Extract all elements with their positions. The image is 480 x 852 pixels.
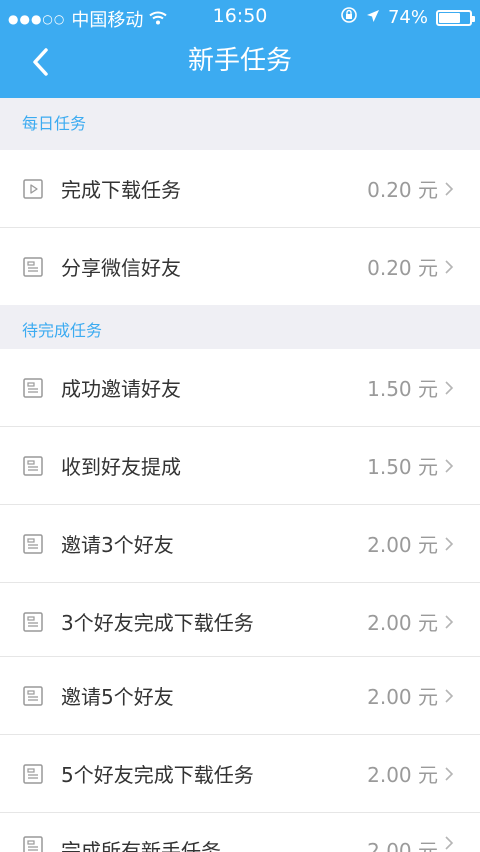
chevron-right-icon bbox=[444, 181, 460, 197]
document-icon bbox=[22, 611, 44, 633]
document-icon bbox=[22, 835, 44, 852]
document-icon bbox=[22, 533, 44, 555]
task-label: 5个好友完成下载任务 bbox=[61, 763, 254, 787]
document-icon bbox=[22, 377, 44, 399]
task-row-share-wechat[interactable]: 分享微信好友 0.20 元 bbox=[0, 228, 480, 305]
task-label: 分享微信好友 bbox=[61, 256, 181, 280]
chevron-right-icon bbox=[444, 536, 460, 552]
task-label: 收到好友提成 bbox=[61, 455, 181, 479]
task-reward: 2.00 元 bbox=[367, 839, 438, 852]
task-row-download[interactable]: 完成下载任务 0.20 元 bbox=[0, 150, 480, 227]
document-icon bbox=[22, 763, 44, 785]
battery-icon bbox=[436, 9, 475, 26]
task-reward: 1.50 元 bbox=[367, 455, 438, 479]
task-row-invite-5[interactable]: 邀请5个好友 2.00 元 bbox=[0, 657, 480, 734]
top-bar: ●●●○○ 中国移动 16:50 74% 新手任务 bbox=[0, 0, 480, 98]
chevron-right-icon bbox=[444, 614, 460, 630]
task-row-invite-3[interactable]: 邀请3个好友 2.00 元 bbox=[0, 505, 480, 582]
task-row-friend-commission[interactable]: 收到好友提成 1.50 元 bbox=[0, 427, 480, 504]
battery-fill bbox=[439, 12, 461, 23]
task-row-complete-all[interactable]: 完成所有新手任务 2.00 元 bbox=[0, 813, 480, 852]
task-row-invite-friend[interactable]: 成功邀请好友 1.50 元 bbox=[0, 349, 480, 426]
task-reward: 2.00 元 bbox=[367, 533, 438, 557]
chevron-right-icon bbox=[444, 259, 460, 275]
page-title: 新手任务 bbox=[187, 46, 292, 76]
battery-percent: 74% bbox=[387, 7, 428, 28]
chevron-right-icon bbox=[444, 835, 460, 851]
task-reward: 1.50 元 bbox=[367, 377, 438, 401]
chevron-right-icon bbox=[444, 458, 460, 474]
document-icon bbox=[22, 685, 44, 707]
document-icon bbox=[22, 455, 44, 477]
task-row-3-friends-download[interactable]: 3个好友完成下载任务 2.00 元 bbox=[0, 583, 480, 660]
status-bar: ●●●○○ 中国移动 16:50 74% bbox=[0, 0, 480, 32]
task-label: 完成所有新手任务 bbox=[61, 839, 221, 852]
navigation-bar: 新手任务 bbox=[0, 32, 480, 98]
location-arrow-icon bbox=[366, 7, 380, 28]
task-label: 成功邀请好友 bbox=[61, 377, 181, 401]
task-reward: 2.00 元 bbox=[367, 763, 438, 787]
task-reward: 2.00 元 bbox=[367, 685, 438, 709]
document-icon bbox=[22, 256, 44, 278]
task-reward: 0.20 元 bbox=[367, 256, 438, 280]
task-label: 3个好友完成下载任务 bbox=[61, 611, 254, 635]
task-label: 完成下载任务 bbox=[61, 178, 181, 202]
chevron-right-icon bbox=[444, 380, 460, 396]
chevron-right-icon bbox=[444, 766, 460, 782]
task-reward: 0.20 元 bbox=[367, 178, 438, 202]
task-reward: 2.00 元 bbox=[367, 611, 438, 635]
task-row-5-friends-download[interactable]: 5个好友完成下载任务 2.00 元 bbox=[0, 735, 480, 812]
section-header-daily: 每日任务 bbox=[0, 98, 480, 150]
task-label: 邀请5个好友 bbox=[61, 685, 174, 709]
orientation-lock-icon bbox=[340, 6, 358, 29]
status-right: 74% bbox=[340, 6, 475, 29]
task-label: 邀请3个好友 bbox=[61, 533, 174, 557]
chevron-right-icon bbox=[444, 688, 460, 704]
video-play-icon bbox=[22, 178, 44, 200]
